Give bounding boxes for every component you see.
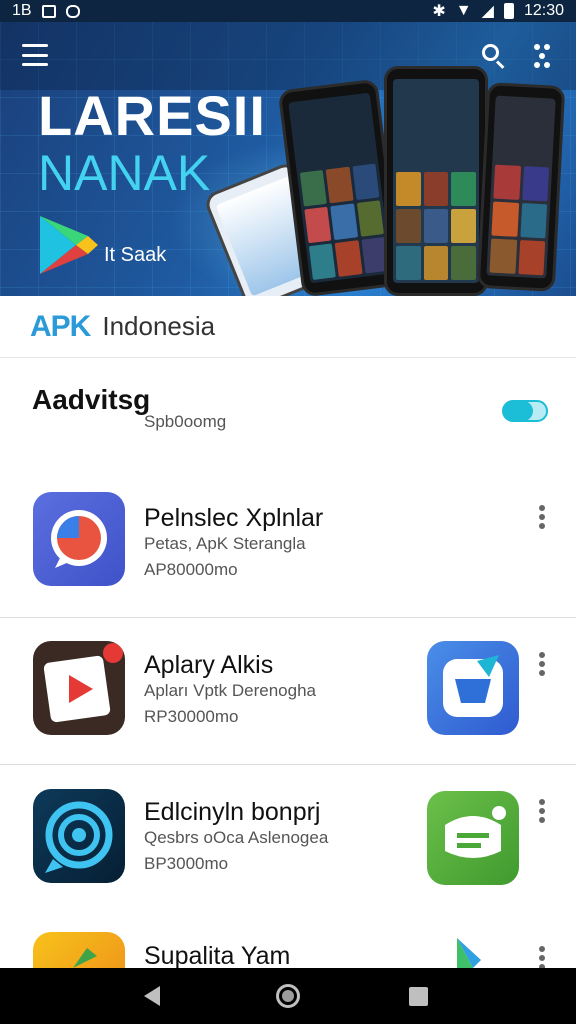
app-name: Supalita Yam bbox=[144, 942, 291, 970]
back-icon[interactable] bbox=[144, 986, 160, 1006]
setting-subtitle: Spb0oomg bbox=[144, 412, 227, 431]
app-price: RP30000mo bbox=[144, 707, 239, 726]
setting-row[interactable]: Aadvitsg bbox=[0, 358, 576, 478]
apk-brand: APK bbox=[30, 309, 91, 343]
phone-illustration bbox=[476, 82, 566, 292]
video-play-icon[interactable] bbox=[33, 641, 125, 735]
section-header: APK Indonesia bbox=[0, 296, 576, 358]
green-chat-icon[interactable] bbox=[427, 791, 519, 885]
swirl-chat-icon[interactable] bbox=[33, 789, 125, 883]
app-name: Aplary Alkis bbox=[144, 651, 274, 679]
overflow-menu-icon[interactable] bbox=[536, 946, 548, 968]
hero-banner: LARESII NANAK It Saak bbox=[0, 22, 576, 296]
overflow-menu-icon[interactable] bbox=[536, 799, 548, 825]
status-left-text: 1B bbox=[12, 2, 32, 19]
shield-icon bbox=[65, 4, 80, 18]
battery-icon bbox=[503, 3, 514, 19]
hero-title: LARESII bbox=[38, 84, 266, 147]
clock: 12:30 bbox=[523, 2, 564, 19]
more-icon[interactable] bbox=[530, 42, 554, 70]
home-icon[interactable] bbox=[276, 984, 300, 1008]
app-description: Petas, ApK Sterangla bbox=[144, 534, 306, 553]
menu-icon[interactable] bbox=[22, 44, 48, 66]
signal-icon: ◢ bbox=[481, 3, 494, 20]
play-store-logo bbox=[40, 216, 98, 274]
app-description: Qesbrs oOca Aslenogea bbox=[144, 828, 329, 847]
yellow-app-icon[interactable] bbox=[33, 932, 125, 968]
play-triangle-icon[interactable] bbox=[427, 934, 519, 968]
overflow-menu-icon[interactable] bbox=[536, 505, 548, 531]
search-icon[interactable] bbox=[480, 42, 508, 70]
recents-icon[interactable] bbox=[409, 987, 428, 1006]
country-label: Indonesia bbox=[102, 311, 216, 341]
app-description: Apları Vptk Derenogha bbox=[144, 681, 316, 700]
chat-bubble-icon[interactable] bbox=[33, 492, 125, 586]
app-name: Edlcinyln bonprj bbox=[144, 798, 321, 826]
wifi-icon: ▼ bbox=[455, 2, 472, 19]
app-price: AP80000mo bbox=[144, 560, 238, 579]
image-icon bbox=[41, 4, 56, 18]
hero-subtitle: NANAK bbox=[38, 145, 211, 201]
phone-illustration bbox=[384, 66, 488, 296]
hero-caption: It Saak bbox=[104, 244, 167, 266]
feather-badge-icon[interactable] bbox=[427, 641, 519, 735]
overflow-menu-icon[interactable] bbox=[536, 652, 548, 678]
status-bar: 1B ✱ ▼ ◢ 12:30 bbox=[0, 0, 576, 22]
setting-title: Aadvitsg bbox=[32, 384, 151, 415]
app-name: Pelnslec Xplnlar bbox=[144, 504, 324, 532]
bluetooth-icon: ✱ bbox=[432, 3, 446, 20]
app-price: BP3000mo bbox=[144, 854, 229, 873]
setting-toggle[interactable] bbox=[502, 400, 548, 422]
